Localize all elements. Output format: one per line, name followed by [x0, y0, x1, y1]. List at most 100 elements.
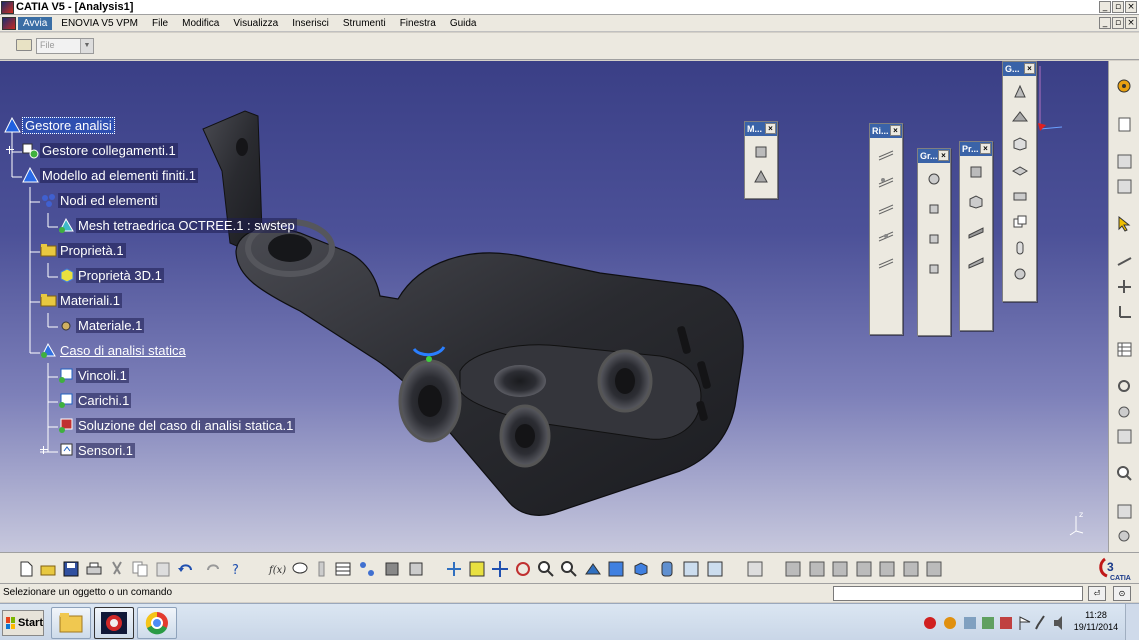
doc-minimize-button[interactable]: _ — [1099, 17, 1111, 29]
close-icon[interactable]: × — [890, 125, 901, 136]
restraint-pivot-icon[interactable] — [877, 226, 895, 244]
render-style-icon[interactable] — [658, 560, 676, 578]
macro-icon[interactable] — [407, 560, 425, 578]
compute-icon[interactable] — [784, 560, 802, 578]
von-mises-icon[interactable] — [831, 560, 849, 578]
geometry-point-icon[interactable] — [1011, 83, 1029, 101]
tree-node-sensori[interactable]: Sensori.1 — [58, 440, 135, 460]
close-icon[interactable]: × — [938, 150, 949, 161]
taskbar-explorer[interactable] — [51, 607, 91, 639]
group-points-icon[interactable] — [925, 170, 943, 188]
minimize-button[interactable]: _ — [1099, 1, 1111, 13]
principal-stress-icon[interactable] — [878, 560, 896, 578]
animate-icon[interactable] — [925, 560, 943, 578]
restraint-ball-icon[interactable] — [877, 253, 895, 271]
tree-node-carichi[interactable]: Carichi.1 — [58, 390, 132, 410]
geometry-surface-icon[interactable] — [1011, 161, 1029, 179]
menu-enovia[interactable]: ENOVIA V5 VPM — [56, 17, 143, 30]
hide-show-icon[interactable] — [682, 560, 700, 578]
group-lines-icon[interactable] — [925, 200, 943, 218]
menu-finestra[interactable]: Finestra — [395, 17, 441, 30]
close-icon[interactable]: × — [765, 123, 776, 134]
rotate-view-icon[interactable] — [514, 560, 532, 578]
fit-all-icon[interactable] — [1116, 428, 1133, 445]
open-file-icon[interactable] — [39, 560, 57, 578]
tree-node-proprieta-3d[interactable]: Proprietà 3D.1 — [58, 265, 164, 285]
menu-inserisci[interactable]: Inserisci — [287, 17, 334, 30]
iso-view-icon[interactable] — [632, 560, 650, 578]
3d-viewport[interactable]: z Gestore analisi Gestore collegamenti.1… — [0, 61, 1108, 552]
redo-icon[interactable] — [204, 560, 222, 578]
tree-node-soluzione[interactable]: Soluzione del caso di analisi statica.1 — [58, 415, 296, 435]
measure-icon[interactable] — [1116, 253, 1133, 270]
cut-icon[interactable] — [108, 560, 126, 578]
open-folder-icon[interactable] — [16, 39, 32, 51]
document-window-icon[interactable] — [2, 16, 16, 30]
new-file-icon[interactable] — [17, 560, 35, 578]
geometry-cylinder-icon[interactable] — [1011, 239, 1029, 257]
undo-icon[interactable] — [177, 560, 195, 578]
catalog-icon[interactable] — [1116, 153, 1133, 170]
menu-modifica[interactable]: Modifica — [177, 17, 224, 30]
show-desktop-button[interactable] — [1125, 604, 1139, 640]
taskbar-catia[interactable] — [94, 607, 134, 639]
property-user-icon[interactable] — [967, 253, 985, 271]
maximize-button[interactable]: ▫ — [1112, 1, 1124, 13]
close-icon[interactable]: × — [980, 143, 991, 154]
rotate-icon[interactable] — [1116, 378, 1133, 395]
fly-mode-icon[interactable] — [1116, 528, 1133, 545]
command-input[interactable] — [833, 586, 1083, 601]
analysis-tree-icon[interactable] — [1116, 178, 1133, 195]
mesh-part-icon[interactable] — [752, 168, 770, 186]
start-button[interactable]: Start — [2, 610, 44, 636]
system-clock[interactable]: 11:28 19/11/2014 — [1068, 609, 1124, 633]
floating-toolbar-groups[interactable]: Gr... × — [917, 148, 951, 336]
deformation-icon[interactable] — [808, 560, 826, 578]
chevron-down-icon[interactable]: ▼ — [80, 39, 93, 53]
sensor-icon[interactable] — [313, 560, 331, 578]
group-bodies-icon[interactable] — [925, 260, 943, 278]
tree-node-materiale[interactable]: Materiale.1 — [58, 315, 145, 335]
zoom-out-icon[interactable] — [560, 560, 578, 578]
tree-node-vincoli[interactable]: Vincoli.1 — [58, 365, 129, 385]
menu-visualizza[interactable]: Visualizza — [228, 17, 283, 30]
tree-node-gestore-analisi[interactable]: Gestore analisi — [4, 115, 115, 135]
copy-icon[interactable] — [131, 560, 149, 578]
menu-guida[interactable]: Guida — [445, 17, 482, 30]
fly-icon[interactable] — [445, 560, 463, 578]
tree-node-proprieta[interactable]: Proprietà.1 — [40, 240, 126, 260]
help-icon[interactable]: ? — [228, 560, 246, 578]
pan-icon[interactable] — [491, 560, 509, 578]
floating-toolbar-geometry[interactable]: G... × — [1002, 61, 1037, 302]
tree-node-materiali[interactable]: Materiali.1 — [40, 290, 122, 310]
file-combo[interactable]: File ▼ — [36, 38, 94, 54]
geometry-copy-icon[interactable] — [1011, 213, 1029, 231]
zoom-icon[interactable] — [1116, 465, 1133, 482]
zoom-in-icon[interactable] — [537, 560, 555, 578]
floating-toolbar-mesh[interactable]: M... × — [744, 121, 778, 199]
formula-icon[interactable]: f(x) — [268, 560, 286, 578]
table-icon[interactable] — [1116, 341, 1133, 358]
paste-icon[interactable] — [154, 560, 172, 578]
menu-strumenti[interactable]: Strumenti — [338, 17, 391, 30]
floating-toolbar-properties[interactable]: Pr... × — [959, 141, 993, 331]
doc-restore-button[interactable]: ▫ — [1112, 17, 1124, 29]
axis-icon[interactable] — [1116, 303, 1133, 320]
graph-icon[interactable] — [358, 560, 376, 578]
property-solid-icon[interactable] — [967, 163, 985, 181]
multi-view-icon[interactable] — [607, 560, 625, 578]
mesh-icon[interactable] — [752, 143, 770, 161]
simulation-icon[interactable] — [746, 560, 764, 578]
tree-node-caso-statico[interactable]: Caso di analisi statica — [40, 340, 188, 360]
property-beam-icon[interactable] — [967, 223, 985, 241]
normal-view-icon[interactable] — [1116, 503, 1133, 520]
table-view-icon[interactable] — [334, 560, 352, 578]
command-clear-button[interactable]: ⏎ — [1088, 586, 1106, 601]
select-arrow-icon[interactable] — [1116, 215, 1133, 232]
geometry-sphere-icon[interactable] — [1011, 265, 1029, 283]
hand-icon[interactable] — [1116, 403, 1133, 420]
restraint-clamp-icon[interactable] — [877, 145, 895, 163]
tree-node-mesh-octree[interactable]: Mesh tetraedrica OCTREE.1 : swstep — [58, 215, 297, 235]
close-icon[interactable]: × — [1024, 63, 1035, 74]
precision-icon[interactable] — [902, 560, 920, 578]
